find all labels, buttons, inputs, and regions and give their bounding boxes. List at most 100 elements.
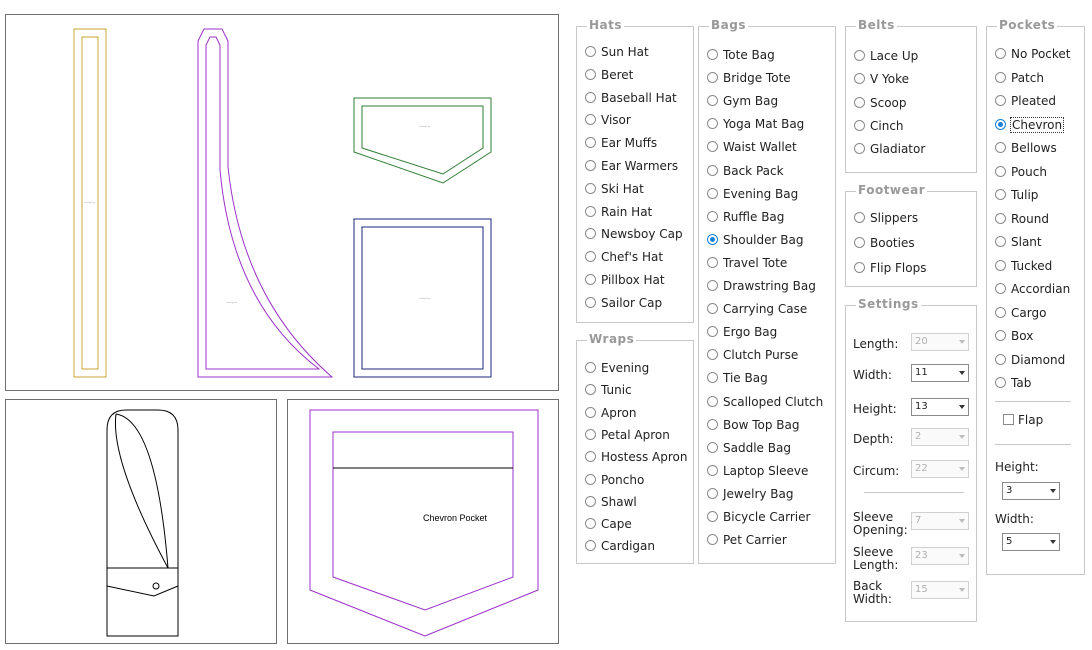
bags-radio[interactable] [707,464,718,476]
hats-option-newsboy-cap[interactable]: Newsboy Cap [585,225,683,243]
pockets-option-accordian[interactable]: Accordian [995,280,1070,298]
bags-radio[interactable] [707,72,718,84]
bags-option-tote-bag[interactable]: Tote Bag [707,46,775,64]
bags-option-back-pack[interactable]: Back Pack [707,162,784,180]
hats-option-ski-hat[interactable]: Ski Hat [585,180,644,198]
bags-option-shoulder-bag[interactable]: Shoulder Bag [707,231,803,249]
wraps-radio[interactable] [585,473,596,485]
pockets-radio[interactable] [995,236,1006,247]
belts-radio[interactable] [854,73,865,85]
bags-option-jewelry-bag[interactable]: Jewelry Bag [707,485,794,503]
pockets-option-pleated[interactable]: Pleated [995,92,1056,110]
pockets-option-pouch[interactable]: Pouch [995,163,1047,181]
pockets-option-diamond[interactable]: Diamond [995,351,1065,369]
wraps-option-tunic[interactable]: Tunic [585,381,632,399]
bags-option-drawstring-bag[interactable]: Drawstring Bag [707,277,816,295]
bags-option-scalloped-clutch[interactable]: Scalloped Clutch [707,393,823,411]
belts-radio[interactable] [854,143,865,155]
pockets-radio[interactable] [995,259,1006,271]
bags-radio[interactable] [707,441,718,453]
belts-option-gladiator[interactable]: Gladiator [854,140,925,158]
footwear-radio[interactable] [854,212,865,223]
belts-radio[interactable] [854,119,865,131]
bags-option-ruffle-bag[interactable]: Ruffle Bag [707,208,784,226]
wraps-option-hostess-apron[interactable]: Hostess Apron [585,448,687,466]
pockets-radio[interactable] [995,306,1006,318]
bags-radio[interactable] [707,233,718,245]
belts-option-cinch[interactable]: Cinch [854,117,904,135]
bags-radio[interactable] [707,118,718,130]
flap-checkbox[interactable] [1003,414,1014,425]
bags-radio[interactable] [707,141,718,153]
bags-option-evening-bag[interactable]: Evening Bag [707,185,798,203]
pocket-height-select[interactable]: 3 [1002,482,1060,500]
wraps-radio[interactable] [585,362,596,373]
wraps-option-evening[interactable]: Evening [585,359,649,377]
bags-radio[interactable] [707,349,718,361]
hats-option-baseball-hat[interactable]: Baseball Hat [585,89,677,107]
bags-radio[interactable] [707,395,718,407]
pockets-option-bellows[interactable]: Bellows [995,139,1057,157]
bags-option-yoga-mat-bag[interactable]: Yoga Mat Bag [707,115,804,133]
hats-radio[interactable] [585,46,596,57]
pockets-radio[interactable] [995,95,1006,106]
hats-radio[interactable] [585,205,596,217]
belts-option-scoop[interactable]: Scoop [854,94,907,112]
wraps-option-poncho[interactable]: Poncho [585,471,644,489]
footwear-option-slippers[interactable]: Slippers [854,209,918,227]
pockets-option-tulip[interactable]: Tulip [995,186,1038,204]
bags-radio[interactable] [707,187,718,199]
bags-option-travel-tote[interactable]: Travel Tote [707,254,787,272]
hats-radio[interactable] [585,68,596,80]
hats-option-pillbox-hat[interactable]: Pillbox Hat [585,271,665,289]
wraps-radio[interactable] [585,406,596,418]
hats-radio[interactable] [585,160,596,171]
pockets-option-patch[interactable]: Patch [995,69,1044,87]
wraps-option-cape[interactable]: Cape [585,515,632,533]
bags-option-bridge-tote[interactable]: Bridge Tote [707,69,791,87]
hats-radio[interactable] [585,91,596,103]
wraps-radio[interactable] [585,495,596,507]
hats-radio[interactable] [585,274,596,285]
bags-radio[interactable] [707,49,718,60]
hats-radio[interactable] [585,182,596,194]
pockets-radio[interactable] [995,118,1006,130]
hats-option-chef-s-hat[interactable]: Chef's Hat [585,248,663,266]
pockets-radio[interactable] [995,165,1006,177]
bags-option-clutch-purse[interactable]: Clutch Purse [707,346,798,364]
bags-option-laptop-sleeve[interactable]: Laptop Sleeve [707,462,808,480]
bags-radio[interactable] [707,303,718,315]
pockets-radio[interactable] [995,142,1006,153]
pockets-radio[interactable] [995,48,1006,59]
bags-radio[interactable] [707,95,718,107]
pockets-radio[interactable] [995,283,1006,294]
bags-radio[interactable] [707,210,718,222]
bags-option-pet-carrier[interactable]: Pet Carrier [707,531,787,549]
pockets-option-round[interactable]: Round [995,210,1049,228]
belts-radio[interactable] [854,50,865,61]
hats-option-ear-muffs[interactable]: Ear Muffs [585,134,657,152]
bags-option-saddle-bag[interactable]: Saddle Bag [707,439,791,457]
hats-radio[interactable] [585,228,596,240]
bags-radio[interactable] [707,256,718,268]
bags-option-bicycle-carrier[interactable]: Bicycle Carrier [707,508,810,526]
pockets-option-cargo[interactable]: Cargo [995,304,1046,322]
bags-option-ergo-bag[interactable]: Ergo Bag [707,323,777,341]
footwear-option-booties[interactable]: Booties [854,234,915,252]
width-select[interactable]: 11 [911,364,969,382]
bags-radio[interactable] [707,372,718,384]
bags-radio[interactable] [707,326,718,338]
hats-radio[interactable] [585,114,596,126]
wraps-option-apron[interactable]: Apron [585,404,636,422]
footwear-radio[interactable] [854,237,865,248]
bags-option-bow-top-bag[interactable]: Bow Top Bag [707,416,799,434]
pockets-radio[interactable] [995,330,1006,341]
wraps-radio[interactable] [585,384,596,396]
wraps-option-shawl[interactable]: Shawl [585,493,637,511]
pockets-option-slant[interactable]: Slant [995,233,1042,251]
wraps-option-cardigan[interactable]: Cardigan [585,537,655,555]
belts-radio[interactable] [854,96,865,108]
bags-option-waist-wallet[interactable]: Waist Wallet [707,138,797,156]
pockets-option-tucked[interactable]: Tucked [995,257,1052,275]
hats-radio[interactable] [585,296,596,308]
